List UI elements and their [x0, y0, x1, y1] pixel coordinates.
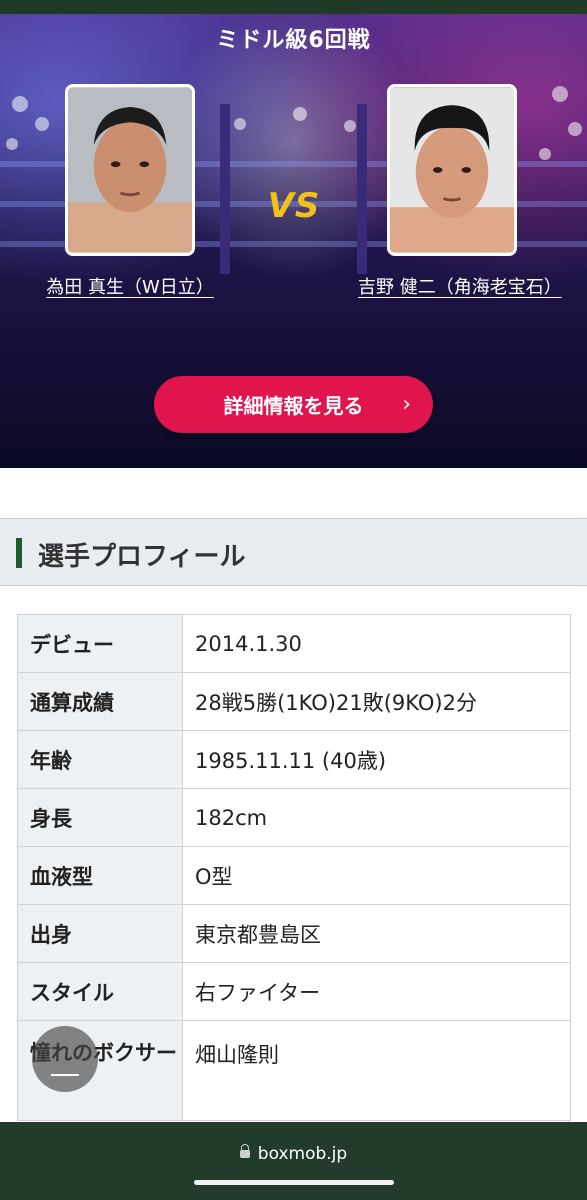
row-value: O型: [182, 846, 571, 905]
row-value: 28戦5勝(1KO)21敗(9KO)2分: [182, 672, 571, 731]
left-fighter-portrait-icon: [68, 87, 192, 253]
profile-section-title: 選手プロフィール: [38, 542, 246, 572]
detail-info-button[interactable]: 詳細情報を見る ›: [154, 376, 433, 433]
bout-card: ミドル級6回戦 VS 為田 真生（W日立） 吉野 健二（角海老宝石） 詳細情報を…: [0, 14, 587, 468]
profile-section-header: 選手プロフィール: [0, 518, 587, 586]
row-label: デビュー: [17, 614, 183, 673]
profile-table: デビュー 2014.1.30 通算成績 28戦5勝(1KO)21敗(9KO)2分…: [17, 614, 571, 1121]
left-fighter-name-link[interactable]: 為田 真生（W日立）: [35, 276, 225, 300]
floating-button-icon: [51, 1074, 79, 1076]
floating-menu-button[interactable]: [32, 1026, 98, 1092]
bout-title: ミドル級6回戦: [216, 28, 371, 53]
row-label: 身長: [17, 788, 183, 847]
browser-address-bar[interactable]: boxmob.jp: [0, 1122, 587, 1200]
row-label: 通算成績: [17, 672, 183, 731]
right-fighter-name-link[interactable]: 吉野 健二（角海老宝石）: [358, 276, 562, 300]
top-status-strip: [0, 0, 587, 14]
right-fighter-photo[interactable]: [387, 84, 517, 256]
detail-info-button-label: 詳細情報を見る: [223, 394, 364, 418]
left-fighter-photo[interactable]: [65, 84, 195, 256]
row-label: 年齢: [17, 730, 183, 789]
row-value: 182cm: [182, 788, 571, 847]
chevron-right-icon: ›: [402, 392, 411, 417]
row-value: 右ファイター: [182, 962, 571, 1021]
header-accent-bar: [16, 538, 22, 568]
row-value: 畑山隆則: [182, 1020, 571, 1121]
home-indicator[interactable]: [194, 1180, 394, 1185]
row-label: 血液型: [17, 846, 183, 905]
table-row: スタイル 右ファイター: [17, 962, 571, 1021]
lock-icon: [239, 1144, 250, 1158]
right-fighter-portrait-icon: [390, 87, 514, 253]
row-value: 1985.11.11 (40歳): [182, 730, 571, 789]
table-row: 通算成績 28戦5勝(1KO)21敗(9KO)2分: [17, 672, 571, 731]
row-label: スタイル: [17, 962, 183, 1021]
url-display[interactable]: boxmob.jp: [0, 1144, 587, 1164]
url-text: boxmob.jp: [257, 1144, 348, 1164]
table-row: デビュー 2014.1.30: [17, 614, 571, 673]
row-label: 出身: [17, 904, 183, 963]
table-row: 憧れのボクサー 畑山隆則: [17, 1020, 571, 1121]
vs-label: VS: [267, 186, 321, 226]
table-row: 血液型 O型: [17, 846, 571, 905]
table-row: 年齢 1985.11.11 (40歳): [17, 730, 571, 789]
row-value: 東京都豊島区: [182, 904, 571, 963]
table-row: 出身 東京都豊島区: [17, 904, 571, 963]
table-row: 身長 182cm: [17, 788, 571, 847]
row-value: 2014.1.30: [182, 614, 571, 673]
